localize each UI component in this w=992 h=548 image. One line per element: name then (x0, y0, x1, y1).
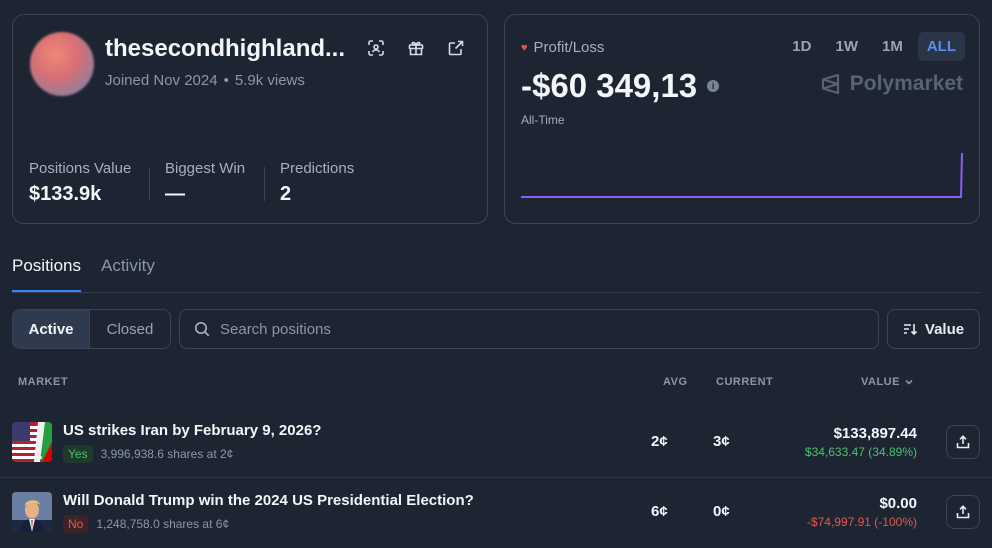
chevron-down-icon (905, 379, 913, 385)
view-count: 5.9k views (234, 72, 305, 89)
header-value[interactable]: VALUE (861, 376, 914, 388)
polymarket-icon (821, 73, 839, 95)
sort-button[interactable]: Value (887, 309, 980, 349)
username: thesecondhighland... (105, 35, 346, 62)
position-pnl: -$74,997.91 (-100%) (806, 515, 917, 529)
pnl-card: ♥ Profit/Loss 1D 1W 1M ALL -$60 349,13 i… (504, 14, 980, 224)
range-tab-1d[interactable]: 1D (783, 32, 820, 61)
tab-activity[interactable]: Activity (101, 256, 155, 292)
pnl-line (521, 152, 963, 198)
outcome-badge: Yes (63, 445, 93, 463)
market-title[interactable]: US strikes Iran by February 9, 2026? (63, 422, 321, 439)
market-title[interactable]: Will Donald Trump win the 2024 US Presid… (63, 492, 474, 509)
sort-icon (903, 324, 917, 336)
share-icon (956, 435, 970, 449)
range-tab-all[interactable]: ALL (917, 32, 965, 61)
profile-meta: Joined Nov 2024 • 5.9k views (105, 72, 305, 89)
stat-label: Predictions (280, 160, 355, 177)
header-current: CURRENT (716, 376, 774, 388)
status-toggle: Active Closed (12, 309, 171, 349)
profile-card: thesecondhighland... Joined Nov 2024 • 5.9… (12, 14, 488, 224)
stat-value: $133.9k (29, 183, 102, 205)
range-tab-1m[interactable]: 1M (873, 32, 912, 61)
tab-positions[interactable]: Positions (12, 256, 81, 292)
share-button[interactable] (946, 495, 980, 529)
pnl-value: -$60 349,13 i (521, 67, 720, 105)
table-row[interactable]: Will Donald Trump win the 2024 US Presid… (0, 477, 992, 545)
shares-text: 3,996,938.6 shares at 2¢ (100, 447, 234, 461)
market-image (12, 492, 52, 532)
outcome-badge: No (63, 515, 89, 533)
stat-predictions: Predictions 2 (280, 160, 354, 206)
stat-positions-value: Positions Value $133.9k (29, 160, 131, 206)
avatar (30, 32, 94, 96)
market-image (12, 422, 52, 462)
stat-label: Positions Value (29, 160, 132, 177)
gift-icon[interactable] (405, 37, 427, 59)
closed-filter-button[interactable]: Closed (89, 310, 170, 348)
position-pnl: $34,633.47 (34.89%) (804, 445, 917, 459)
section-tabs: Positions Activity (12, 256, 155, 292)
pnl-label-text: Profit/Loss (533, 39, 605, 56)
header-value-label: VALUE (861, 376, 900, 388)
divider (149, 167, 150, 201)
share-button[interactable] (946, 425, 980, 459)
search-box (179, 309, 879, 349)
heart-icon: ♥ (521, 41, 528, 54)
external-link-icon[interactable] (445, 37, 467, 59)
position-detail: No 1,248,758.0 shares at 6¢ (63, 515, 229, 533)
stat-label: Biggest Win (165, 160, 246, 177)
tab-divider (12, 292, 980, 293)
pnl-sparkline (521, 152, 963, 198)
search-input[interactable] (220, 320, 840, 338)
avg-price: 6¢ (651, 503, 668, 520)
position-value: $133,897.44 (833, 425, 917, 442)
position-detail: Yes 3,996,938.6 shares at 2¢ (63, 445, 233, 463)
stat-value: — (165, 183, 185, 205)
current-price: 3¢ (713, 433, 730, 450)
qr-scan-icon[interactable] (365, 37, 387, 59)
brand-name: Polymarket (849, 72, 963, 95)
sort-label: Value (924, 320, 965, 338)
divider (264, 167, 265, 201)
position-value: $0.00 (879, 495, 917, 512)
stat-biggest-win: Biggest Win — (165, 160, 245, 206)
current-price: 0¢ (713, 503, 730, 520)
header-market: MARKET (18, 376, 69, 388)
shares-text: 1,248,758.0 shares at 6¢ (96, 517, 230, 531)
active-filter-button[interactable]: Active (13, 310, 89, 348)
avg-price: 2¢ (651, 433, 668, 450)
header-avg: AVG (663, 376, 688, 388)
info-icon[interactable]: i (707, 80, 720, 92)
pnl-label: ♥ Profit/Loss (521, 39, 604, 56)
search-icon (194, 321, 210, 337)
pnl-period: All-Time (521, 113, 565, 127)
share-icon (956, 505, 970, 519)
polymarket-logo: Polymarket (820, 72, 963, 96)
range-tab-1w[interactable]: 1W (826, 32, 867, 61)
joined-date: Joined Nov 2024 (105, 72, 218, 89)
stat-value: 2 (280, 183, 292, 205)
table-row[interactable]: US strikes Iran by February 9, 2026? Yes… (0, 408, 992, 476)
pnl-amount: -$60 349,13 (521, 67, 698, 104)
range-tabs: 1D 1W 1M ALL (783, 32, 965, 61)
